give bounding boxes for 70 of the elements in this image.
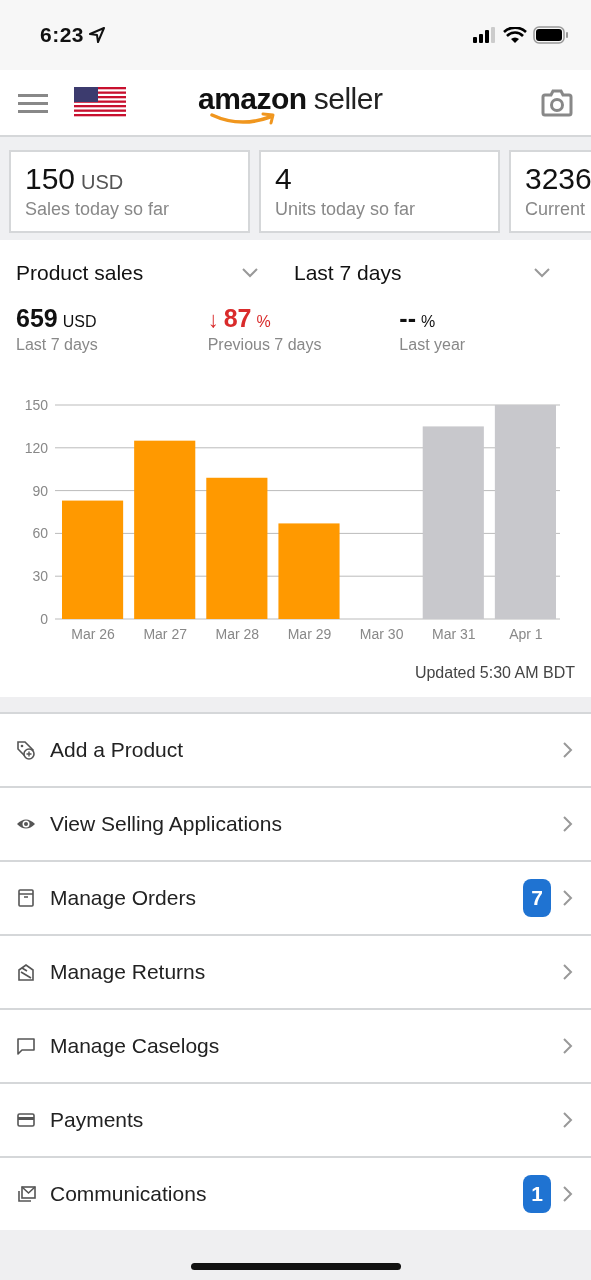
stat-value: 659 xyxy=(16,304,58,333)
camera-icon[interactable] xyxy=(541,88,573,117)
chevron-right-icon xyxy=(563,742,573,758)
menu-item[interactable]: Payments xyxy=(0,1082,591,1156)
tag-plus-icon xyxy=(16,740,36,760)
mail-stack-icon xyxy=(16,1184,36,1204)
stat-value: -- xyxy=(399,304,416,333)
stat-unit: USD xyxy=(62,313,97,331)
x-tick-label: Mar 29 xyxy=(287,626,332,642)
filter-dropdown[interactable]: Last 7 days xyxy=(276,260,550,286)
card-value: 3236 xyxy=(525,162,591,196)
y-tick-label: 30 xyxy=(32,568,48,585)
summary-card[interactable]: 3236 Current xyxy=(509,150,591,233)
stat-unit: % xyxy=(256,313,271,331)
location-arrow-icon xyxy=(88,26,107,44)
return-box-icon xyxy=(16,962,36,982)
chat-bubble-icon xyxy=(16,1036,36,1056)
x-tick-label: Mar 31 xyxy=(432,626,476,642)
flag-icon[interactable] xyxy=(74,87,126,118)
chevron-right-icon xyxy=(563,890,573,906)
summary-card[interactable]: 150 USD Sales today so far xyxy=(9,150,250,233)
stat-value: 87 xyxy=(223,304,252,333)
card-label: Units today so far xyxy=(275,199,417,220)
card-unit: USD xyxy=(81,171,124,194)
y-tick-label: 150 xyxy=(24,397,48,413)
card-value: 4 xyxy=(275,162,292,196)
count-badge: 7 xyxy=(523,879,551,917)
menu-item[interactable]: Manage Returns xyxy=(0,934,591,1008)
chevron-right-icon xyxy=(563,964,573,980)
chevron-down-icon xyxy=(534,268,550,278)
menu-icon[interactable] xyxy=(18,92,48,113)
stat-unit: % xyxy=(421,313,436,331)
card-label: Current xyxy=(525,199,587,220)
down-arrow-icon: ↓ xyxy=(207,307,219,333)
stat-label: Previous 7 days xyxy=(207,336,323,354)
menu-item[interactable]: Communications 1 xyxy=(0,1156,591,1230)
chevron-right-icon xyxy=(563,1038,573,1054)
chevron-right-icon xyxy=(563,1112,573,1128)
status-time: 6:23 xyxy=(40,23,85,47)
menu-item[interactable]: View Selling Applications xyxy=(0,786,591,860)
y-tick-label: 60 xyxy=(32,525,48,542)
menu-item[interactable]: Add a Product xyxy=(0,712,591,786)
battery-icon xyxy=(533,26,569,44)
x-tick-label: Mar 27 xyxy=(143,626,187,642)
menu-item[interactable]: Manage Caselogs xyxy=(0,1008,591,1082)
y-tick-label: 0 xyxy=(40,611,48,627)
box-icon xyxy=(16,888,36,908)
stat-label: Last 7 days xyxy=(16,336,99,354)
card-label: Sales today so far xyxy=(25,199,171,220)
signal-icon xyxy=(473,27,497,43)
x-tick-label: Mar 30 xyxy=(359,626,404,642)
y-tick-label: 120 xyxy=(24,439,48,456)
x-tick-label: Apr 1 xyxy=(509,626,543,642)
x-tick-label: Mar 28 xyxy=(215,626,260,642)
card-value: 150 xyxy=(25,162,76,196)
menu-item[interactable]: Manage Orders 7 xyxy=(0,860,591,934)
logo-suffix: seller xyxy=(313,82,383,116)
summary-card[interactable]: 4 Units today so far xyxy=(259,150,500,233)
wifi-icon xyxy=(503,26,527,44)
filter-dropdown[interactable]: Product sales xyxy=(16,260,276,286)
chevron-right-icon xyxy=(563,816,573,832)
logo-wordmark: amazon xyxy=(198,82,307,116)
y-tick-label: 90 xyxy=(32,482,48,499)
updated-time: Updated 5:30 AM BDT xyxy=(414,664,575,682)
chevron-right-icon xyxy=(563,1186,573,1202)
chevron-down-icon xyxy=(242,268,258,278)
credit-card-icon xyxy=(16,1110,36,1130)
count-badge: 1 xyxy=(523,1175,551,1213)
stat-label: Last year xyxy=(399,336,467,354)
x-tick-label: Mar 26 xyxy=(71,626,115,642)
